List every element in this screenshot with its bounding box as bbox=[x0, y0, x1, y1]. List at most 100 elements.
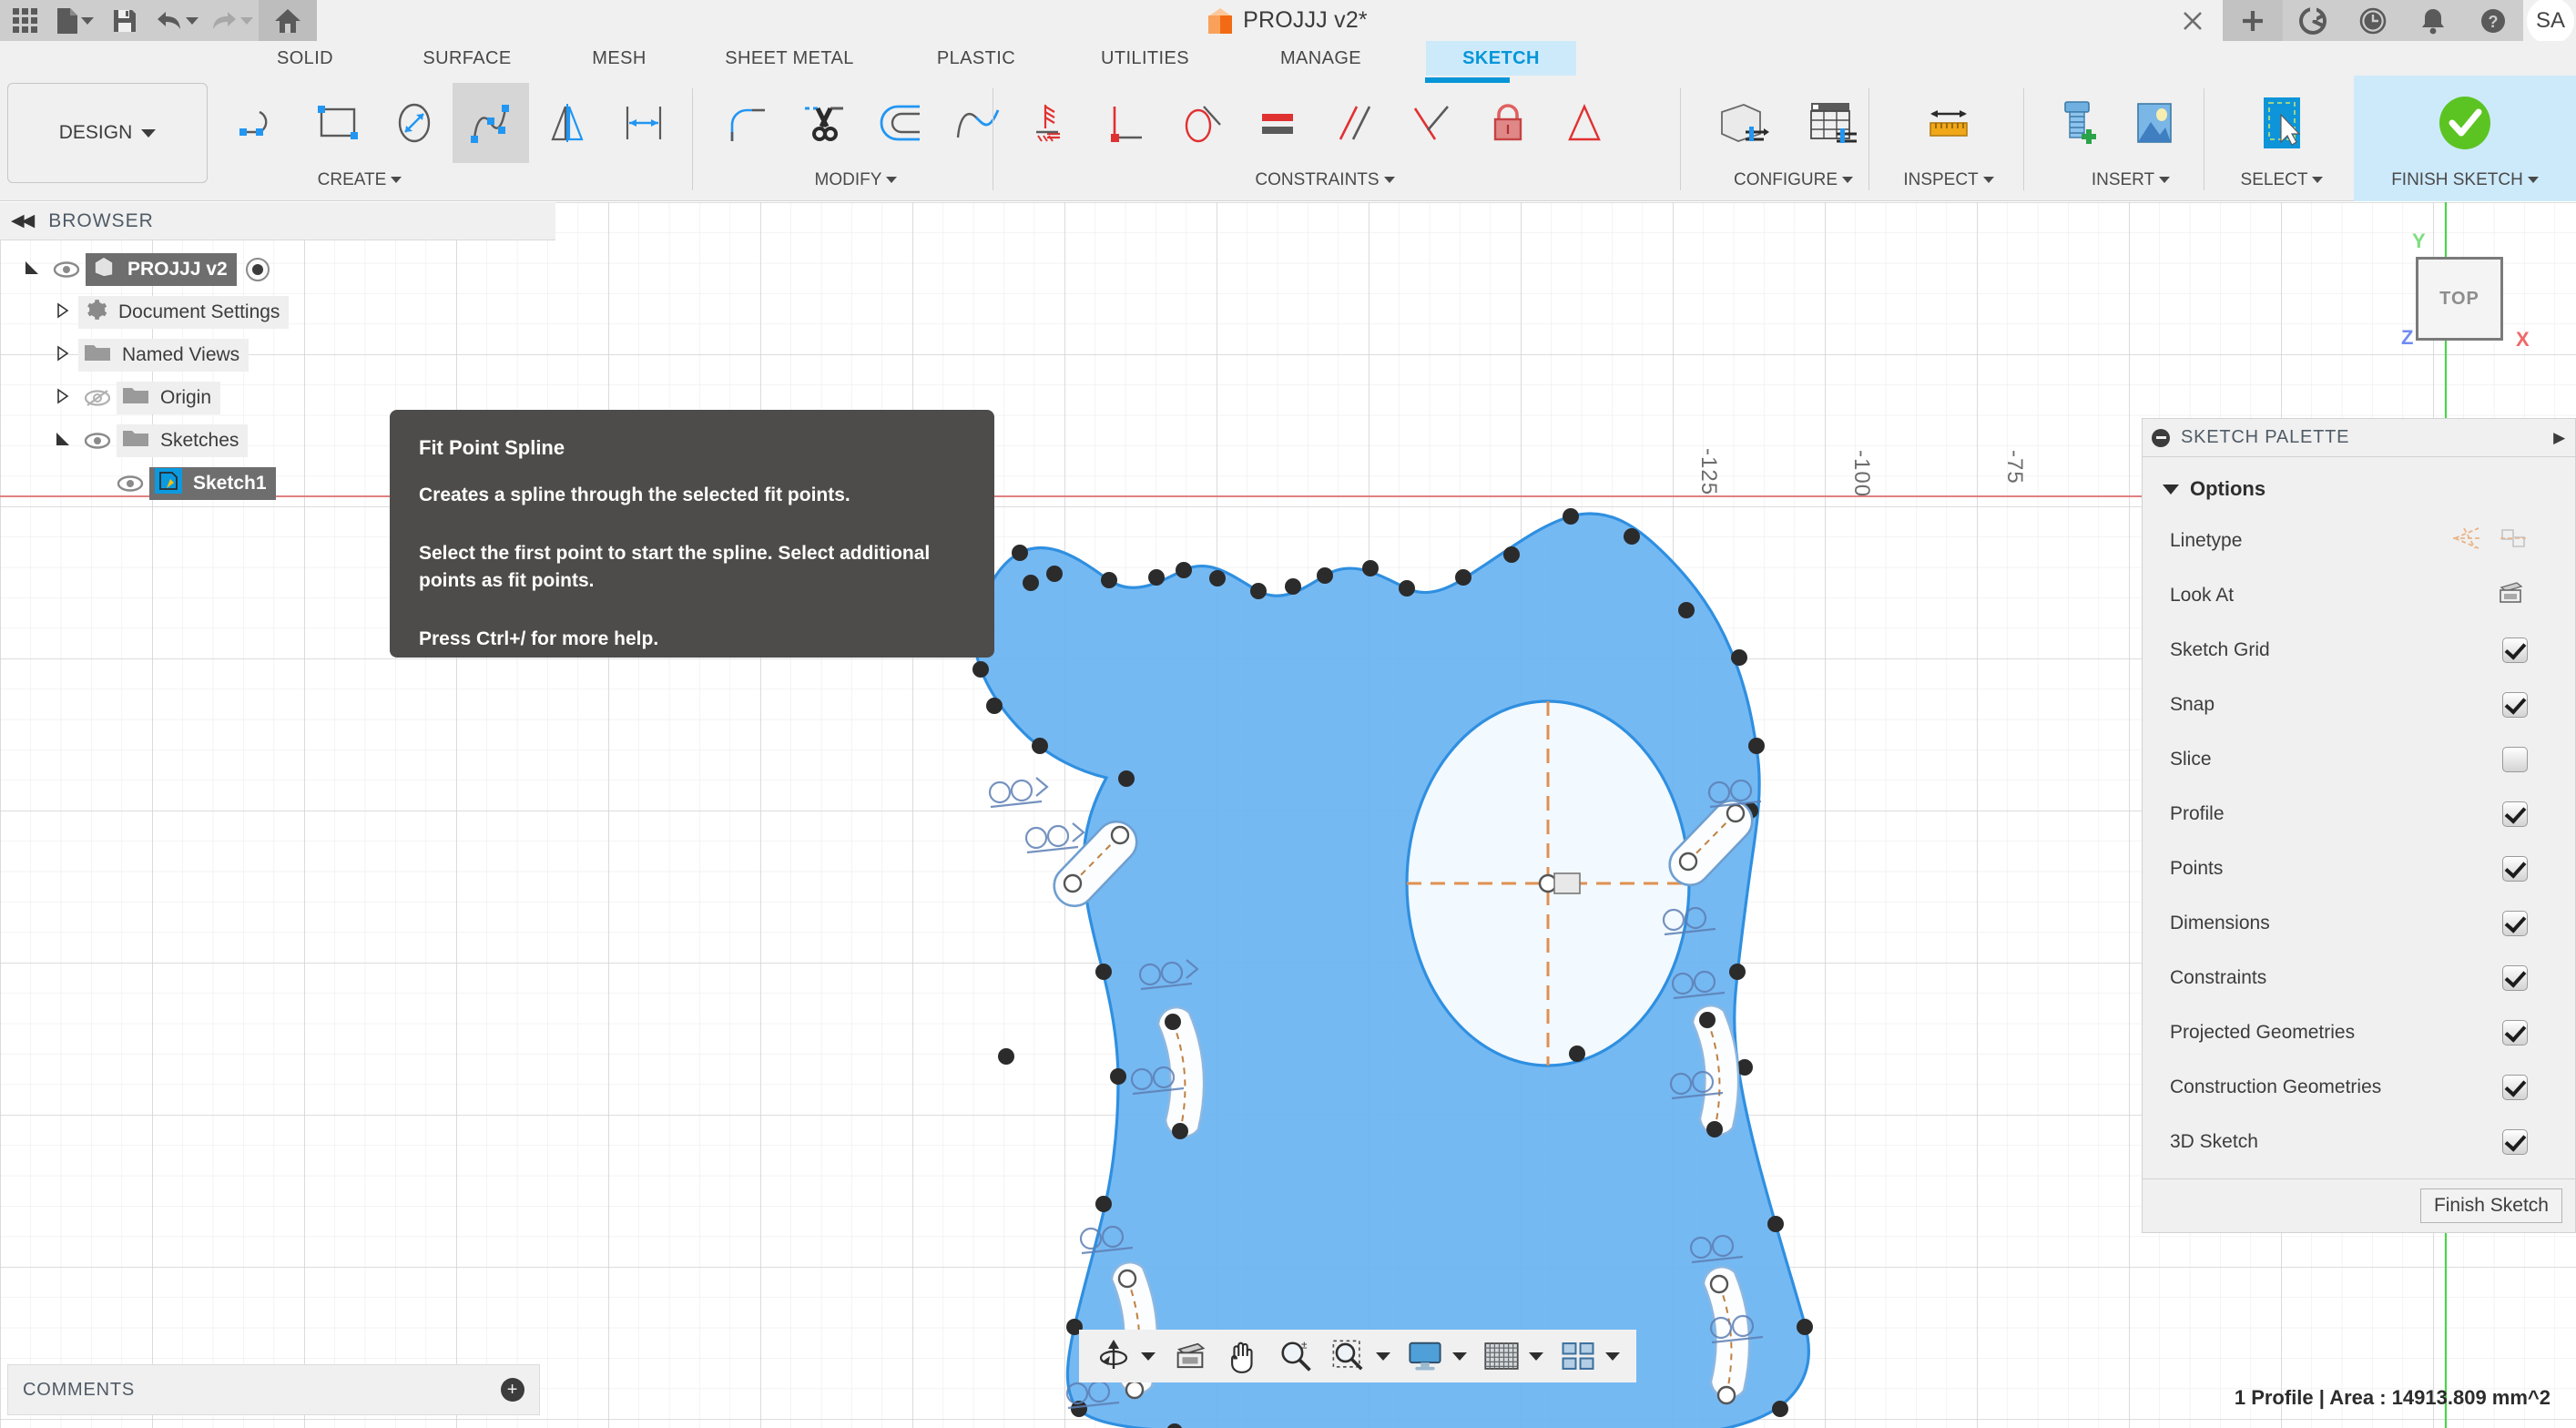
projected-geometries-checkbox[interactable] bbox=[2502, 1020, 2528, 1046]
viewports-caret-icon[interactable] bbox=[1605, 1352, 1620, 1361]
tab-plastic[interactable]: PLASTIC bbox=[894, 41, 1058, 76]
ribbon-group-label[interactable]: CREATE bbox=[223, 170, 496, 190]
home-icon[interactable] bbox=[259, 0, 317, 41]
line-tool[interactable] bbox=[223, 83, 300, 163]
sketch-grid-checkbox[interactable] bbox=[2502, 638, 2528, 663]
zoom-window-icon[interactable] bbox=[1323, 1332, 1374, 1380]
tree-node-chip[interactable]: Origin bbox=[117, 381, 221, 414]
measure-ruler-icon[interactable] bbox=[1910, 83, 1987, 163]
select-tool[interactable] bbox=[2244, 83, 2320, 163]
profile-checkbox[interactable] bbox=[2502, 801, 2528, 827]
visibility-eye-icon[interactable] bbox=[47, 260, 86, 279]
zoom-window-caret-icon[interactable] bbox=[1376, 1352, 1390, 1361]
options-section-header[interactable]: Options bbox=[2143, 468, 2575, 514]
twisty-closed-icon[interactable] bbox=[47, 387, 78, 408]
new-document-icon[interactable] bbox=[50, 0, 85, 41]
mirror-tool[interactable] bbox=[529, 83, 606, 163]
lookat-nav-icon[interactable] bbox=[1165, 1332, 1216, 1380]
save-icon[interactable] bbox=[99, 0, 149, 41]
user-avatar[interactable]: SA bbox=[2527, 0, 2574, 45]
visibility-eye-icon[interactable] bbox=[78, 432, 117, 450]
zoom-icon[interactable]: ± bbox=[1270, 1332, 1321, 1380]
ribbon-group-label[interactable]: SELECT bbox=[2218, 170, 2346, 190]
view-cube-top-face[interactable]: TOP bbox=[2416, 257, 2503, 341]
palette-row-linetype[interactable]: Linetype bbox=[2143, 514, 2575, 568]
palette-row-profile[interactable]: Profile bbox=[2143, 787, 2575, 842]
palette-row-dimensions[interactable]: Dimensions bbox=[2143, 896, 2575, 951]
extensions-icon[interactable] bbox=[2283, 0, 2343, 41]
lookat-icon[interactable] bbox=[2497, 580, 2524, 611]
equal-constraint[interactable] bbox=[1240, 83, 1317, 163]
visibility-eye-icon[interactable] bbox=[111, 474, 149, 493]
twisty-open-icon[interactable] bbox=[47, 431, 78, 451]
pan-hand-icon[interactable] bbox=[1217, 1332, 1268, 1380]
coincident-constraint[interactable] bbox=[1011, 83, 1087, 163]
app-grid-icon[interactable] bbox=[0, 0, 50, 41]
finish-sketch-tool[interactable] bbox=[2427, 83, 2503, 163]
palette-row-sketch-grid[interactable]: Sketch Grid bbox=[2143, 623, 2575, 678]
view-cube[interactable]: Y TOP X Z bbox=[2379, 219, 2543, 382]
circle-tool[interactable] bbox=[376, 83, 453, 163]
points-checkbox[interactable] bbox=[2502, 856, 2528, 882]
construction-line-icon[interactable] bbox=[2451, 525, 2482, 557]
dimensions-checkbox[interactable] bbox=[2502, 911, 2528, 936]
expand-right-icon[interactable]: ▶ bbox=[2553, 429, 2566, 447]
sketch-canvas[interactable]: -125 -100 -75 Y TOP X Z ◀◀ BROWSER PROJJ… bbox=[0, 202, 2576, 1428]
tab-manage[interactable]: MANAGE bbox=[1237, 41, 1405, 76]
palette-row-constraints[interactable]: Constraints bbox=[2143, 951, 2575, 1005]
ribbon-group-label[interactable]: INSERT bbox=[2040, 170, 2222, 190]
tree-item-named-views[interactable]: Named Views bbox=[0, 333, 555, 376]
palette-row-lookat[interactable]: Look At bbox=[2143, 568, 2575, 623]
twisty-closed-icon[interactable] bbox=[47, 344, 78, 365]
palette-row-slice[interactable]: Slice bbox=[2143, 732, 2575, 787]
redo-caret-icon[interactable] bbox=[240, 16, 253, 25]
tree-node-chip[interactable]: Named Views bbox=[78, 338, 249, 372]
tree-item-document-settings[interactable]: Document Settings bbox=[0, 291, 555, 333]
configure-body-tool[interactable] bbox=[1695, 83, 1787, 163]
offset-tool[interactable] bbox=[606, 83, 682, 163]
twisty-closed-icon[interactable] bbox=[47, 301, 78, 322]
job-status-clock-icon[interactable] bbox=[2343, 0, 2403, 41]
palette-row-construction-geometries[interactable]: Construction Geometries bbox=[2143, 1060, 2575, 1115]
component-activate-radio[interactable] bbox=[245, 257, 270, 281]
undo-caret-icon[interactable] bbox=[186, 16, 199, 25]
ribbon-group-label[interactable]: CONSTRAINTS bbox=[1011, 170, 1639, 190]
undo-icon[interactable] bbox=[149, 0, 189, 41]
orbit-caret-icon[interactable] bbox=[1141, 1352, 1156, 1361]
close-tab-icon[interactable] bbox=[2163, 0, 2223, 41]
sketch-palette-header[interactable]: SKETCH PALETTE ▶ bbox=[2143, 419, 2575, 457]
tree-node-chip[interactable]: PROJJJ v2 bbox=[86, 252, 237, 286]
curve-modify-tool[interactable] bbox=[940, 83, 1016, 163]
display-settings-icon[interactable] bbox=[1400, 1332, 1451, 1380]
palette-row-projected-geometries[interactable]: Projected Geometries bbox=[2143, 1005, 2575, 1060]
insert-canvas-image-icon[interactable] bbox=[2116, 83, 2193, 163]
twisty-open-icon[interactable] bbox=[16, 260, 47, 280]
grid-snap-icon[interactable] bbox=[1476, 1332, 1527, 1380]
comments-bar[interactable]: COMMENTS + bbox=[7, 1364, 540, 1415]
tree-node-chip[interactable]: Sketches bbox=[117, 423, 249, 457]
symmetry-constraint[interactable] bbox=[1393, 83, 1470, 163]
palette-row-points[interactable]: Points bbox=[2143, 842, 2575, 896]
plus-circle-icon[interactable]: + bbox=[501, 1378, 524, 1402]
fix-unfix-lock-icon[interactable] bbox=[1470, 83, 1546, 163]
curvature-constraint[interactable] bbox=[1546, 83, 1623, 163]
tab-sheet-metal[interactable]: SHEET METAL bbox=[685, 41, 894, 76]
palette-row-3d-sketch[interactable]: 3D Sketch bbox=[2143, 1115, 2575, 1169]
parallel-constraint[interactable] bbox=[1317, 83, 1393, 163]
tangent-constraint[interactable] bbox=[1164, 83, 1240, 163]
fillet-tool[interactable] bbox=[710, 83, 787, 163]
tab-utilities[interactable]: UTILITIES bbox=[1056, 41, 1234, 76]
fit-point-spline-tool[interactable] bbox=[453, 83, 529, 163]
ribbon-group-label[interactable]: CONFIGURE bbox=[1695, 170, 1891, 190]
perpendicular-constraint[interactable] bbox=[1087, 83, 1164, 163]
slice-checkbox[interactable] bbox=[2502, 747, 2528, 772]
tab-surface[interactable]: SURFACE bbox=[381, 41, 554, 76]
tab-sketch[interactable]: SKETCH bbox=[1426, 41, 1576, 76]
grid-snap-caret-icon[interactable] bbox=[1529, 1352, 1543, 1361]
trim-scissors-tool[interactable] bbox=[787, 83, 863, 163]
ribbon-group-label[interactable]: FINISH SKETCH bbox=[2354, 170, 2576, 190]
collapse-dot-icon[interactable] bbox=[2152, 428, 2170, 447]
redo-icon[interactable] bbox=[204, 0, 244, 41]
workspace-switcher-button[interactable]: DESIGN bbox=[7, 83, 208, 183]
snap-checkbox[interactable] bbox=[2502, 692, 2528, 718]
